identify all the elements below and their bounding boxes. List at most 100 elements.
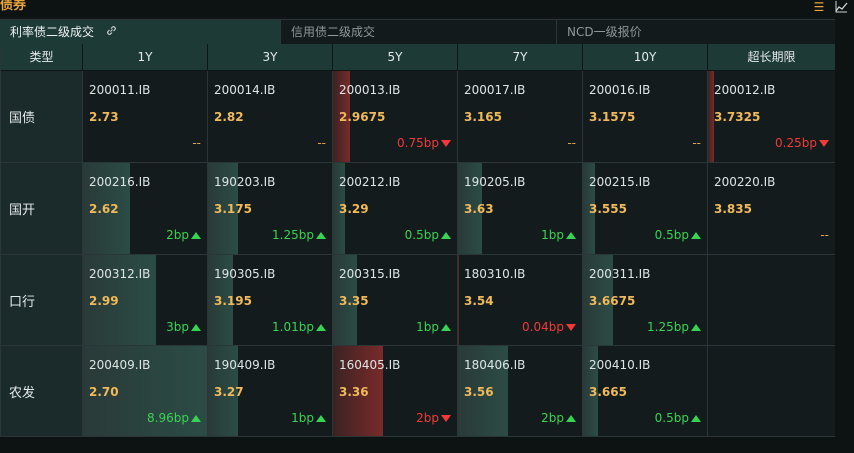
bond-cell[interactable]: 200410.IB 3.665 0.5bp (583, 346, 708, 437)
toolbar-icons: ☰ (812, 0, 848, 15)
yield-change: 1bp (416, 320, 451, 334)
yield-change: 0.25bp (775, 136, 829, 150)
change-value: 1bp (416, 320, 439, 334)
bond-yield: 2.62 (89, 202, 119, 216)
change-value: 0.5bp (654, 411, 689, 425)
yield-change: 2bp (416, 411, 451, 425)
link-icon[interactable] (106, 21, 117, 45)
change-value: -- (192, 136, 201, 150)
bond-cell[interactable]: 190305.IB 3.195 1.01bp (208, 255, 333, 346)
triangle-up-icon (691, 231, 701, 239)
bond-code: 180310.IB (464, 267, 526, 281)
yield-change: 1bp (291, 411, 326, 425)
change-value: 3bp (166, 320, 189, 334)
bond-cell[interactable]: 200012.IB 3.7325 0.25bp (708, 71, 836, 163)
bond-code: 190203.IB (214, 175, 276, 189)
bond-cell[interactable]: 200017.IB 3.165 -- (458, 71, 583, 163)
bond-code: 200220.IB (714, 175, 776, 189)
bond-code: 200013.IB (339, 83, 401, 97)
bond-code: 200011.IB (89, 83, 151, 97)
bond-yield: 2.73 (89, 110, 119, 124)
yield-change: -- (192, 136, 201, 150)
yield-change: 0.5bp (405, 228, 451, 242)
bond-yield: 3.555 (589, 202, 627, 216)
bond-cell (708, 346, 836, 437)
triangle-up-icon (566, 231, 576, 239)
bond-cell[interactable]: 190409.IB 3.27 1bp (208, 346, 333, 437)
triangle-down-icon (441, 414, 451, 422)
bond-cell[interactable]: 200215.IB 3.555 0.5bp (583, 163, 708, 255)
bond-yield: 2.70 (89, 385, 119, 399)
bond-matrix: 类型 1Y 3Y 5Y 7Y 10Y 超长期限 国债 200011.IB 2.73 -- 200014… (0, 44, 836, 437)
triangle-up-icon (691, 414, 701, 422)
bond-cell[interactable]: 190203.IB 3.175 1.25bp (208, 163, 333, 255)
bond-cell[interactable]: 190205.IB 3.63 1bp (458, 163, 583, 255)
panel-title: 债券 (0, 0, 27, 13)
triangle-up-icon (191, 414, 201, 422)
bond-cell[interactable]: 180310.IB 3.54 0.04bp (458, 255, 583, 346)
change-value: 1bp (541, 228, 564, 242)
yield-change: 1.01bp (272, 320, 326, 334)
list-icon[interactable]: ☰ (812, 0, 826, 14)
triangle-up-icon (316, 414, 326, 422)
yield-change: 0.75bp (397, 136, 451, 150)
bond-cell[interactable]: 200013.IB 2.9675 0.75bp (333, 71, 458, 163)
bond-cell[interactable]: 200409.IB 2.70 8.96bp (83, 346, 208, 437)
triangle-up-icon (316, 231, 326, 239)
chart-icon[interactable] (834, 0, 848, 14)
bond-yield: 3.27 (214, 385, 244, 399)
bond-yield: 3.665 (589, 385, 627, 399)
bond-cell[interactable]: 200011.IB 2.73 -- (83, 71, 208, 163)
bond-code: 190409.IB (214, 358, 276, 372)
bond-yield: 3.56 (464, 385, 494, 399)
bond-cell[interactable]: 200315.IB 3.35 1bp (333, 255, 458, 346)
bond-code: 200014.IB (214, 83, 276, 97)
triangle-up-icon (441, 231, 451, 239)
bond-code: 200311.IB (589, 267, 651, 281)
yield-change: 1.25bp (647, 320, 701, 334)
bond-cell[interactable]: 200014.IB 2.82 -- (208, 71, 333, 163)
triangle-down-icon (566, 323, 576, 331)
row-label: 国开 (1, 163, 83, 255)
change-value: 0.04bp (522, 320, 564, 334)
column-header: 1Y (83, 44, 208, 70)
bond-cell[interactable]: 200216.IB 2.62 2bp (83, 163, 208, 255)
bond-yield: 3.175 (214, 202, 252, 216)
tab-bar: 利率债二级成交 信用债二级成交 NCD一级报价 (0, 19, 835, 45)
bond-cell[interactable]: 200220.IB 3.835 -- (708, 163, 836, 255)
change-value: 1.25bp (272, 228, 314, 242)
change-value: 2bp (416, 411, 439, 425)
change-value: 1bp (291, 411, 314, 425)
tab-credit-bond[interactable]: 信用债二级成交 (281, 20, 557, 44)
triangle-down-icon (441, 139, 451, 147)
bond-cell[interactable]: 180406.IB 3.56 2bp (458, 346, 583, 437)
bond-cell[interactable]: 160405.IB 3.36 2bp (333, 346, 458, 437)
bond-yield: 3.63 (464, 202, 494, 216)
yield-change: 1bp (541, 228, 576, 242)
change-value: 0.25bp (775, 136, 817, 150)
bond-code: 200410.IB (589, 358, 651, 372)
tab-ncd-quote[interactable]: NCD一级报价 (557, 20, 835, 44)
bond-code: 160405.IB (339, 358, 401, 372)
scrollbar-track[interactable] (835, 17, 854, 453)
bond-cell[interactable]: 200311.IB 3.6675 1.25bp (583, 255, 708, 346)
bond-cell[interactable]: 200212.IB 3.29 0.5bp (333, 163, 458, 255)
bond-code: 200215.IB (589, 175, 651, 189)
bond-cell[interactable]: 200016.IB 3.1575 -- (583, 71, 708, 163)
row-label: 国债 (1, 71, 83, 163)
bond-yield: 3.7325 (714, 110, 761, 124)
change-value: 8.96bp (147, 411, 189, 425)
triangle-down-icon (819, 139, 829, 147)
bond-yield: 3.835 (714, 202, 752, 216)
change-value: -- (567, 136, 576, 150)
bond-cell (708, 255, 836, 346)
change-value: -- (317, 136, 326, 150)
change-value: -- (820, 228, 829, 242)
bond-cell[interactable]: 200312.IB 2.99 3bp (83, 255, 208, 346)
bond-yield: 3.29 (339, 202, 369, 216)
yield-change: 0.04bp (522, 320, 576, 334)
yield-change: -- (692, 136, 701, 150)
tab-rate-bond[interactable]: 利率债二级成交 (0, 20, 281, 44)
bond-code: 200017.IB (464, 83, 526, 97)
bond-yield: 3.6675 (589, 294, 636, 308)
